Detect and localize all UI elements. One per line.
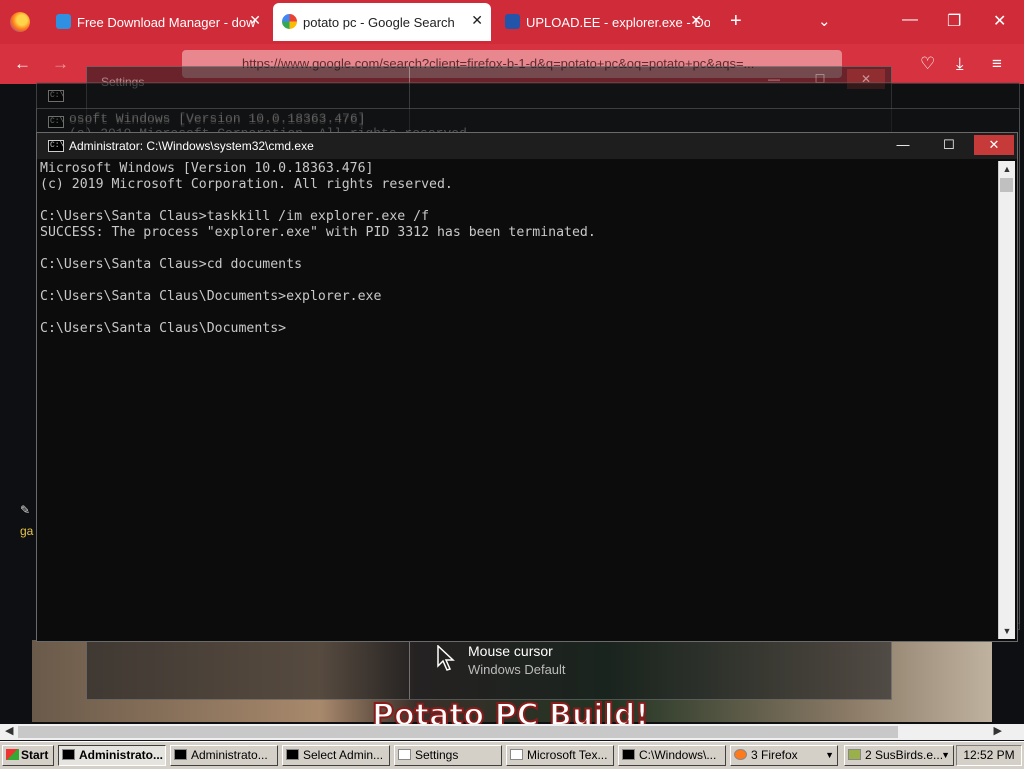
app-icon xyxy=(848,749,861,760)
taskbar-button[interactable]: Administrato... xyxy=(58,745,166,766)
cmd-window[interactable]: C:\ Administrator: C:\Windows\system32\c… xyxy=(36,132,1018,642)
cmd-line xyxy=(40,241,995,257)
group-dropdown-icon: ▼ xyxy=(941,750,950,760)
tab-list-chevron-icon[interactable]: ⌄ xyxy=(818,12,831,30)
cmd-vertical-scrollbar[interactable]: ▲ ▼ xyxy=(998,161,1015,639)
taskbar-button-label: Microsoft Tex... xyxy=(527,748,608,762)
taskbar-button[interactable]: 3 Firefox ▼ xyxy=(730,745,838,766)
cmd-icon xyxy=(62,749,75,760)
mouse-cursor-setting-value: Windows Default xyxy=(468,662,566,677)
scroll-down-arrow-icon[interactable]: ▼ xyxy=(999,623,1015,639)
taskbar-button-label: C:\Windows\... xyxy=(639,748,717,762)
firefox-icon xyxy=(734,749,747,760)
tab-label: Free Download Manager - dow xyxy=(77,14,256,30)
cmd-line: (c) 2019 Microsoft Corporation. All righ… xyxy=(40,177,453,192)
upload-ee-favicon-icon xyxy=(505,14,520,29)
scroll-up-arrow-icon[interactable]: ▲ xyxy=(999,161,1015,177)
cmd-minimize-button[interactable]: — xyxy=(883,135,923,155)
scrollbar-thumb[interactable] xyxy=(1000,178,1013,192)
browser-minimize-button[interactable]: — xyxy=(902,11,918,29)
cmd-line: C:\Users\Santa Claus\Documents>explorer.… xyxy=(40,289,382,304)
tab-close-icon[interactable]: ✕ xyxy=(690,12,702,29)
windows-logo-icon xyxy=(6,749,19,760)
mouse-cursor-setting-title[interactable]: Mouse cursor xyxy=(468,643,553,659)
cmd-line: C:\Users\Santa Claus>cd documents xyxy=(40,257,303,272)
tab-label: UPLOAD.EE - explorer.exe - Dov xyxy=(526,14,710,30)
cmd-line: SUCCESS: The process "explorer.exe" with… xyxy=(40,225,596,240)
scroll-left-arrow-icon[interactable]: ◀ xyxy=(5,724,13,737)
system-clock[interactable]: 12:52 PM xyxy=(956,745,1022,766)
menu-icon[interactable]: ≡ xyxy=(992,54,1002,74)
cmd-line: Microsoft Windows [Version 10.0.18363.47… xyxy=(40,161,374,176)
side-app-label: ga xyxy=(20,524,34,538)
cmd-line xyxy=(40,193,995,209)
taskbar-button-label: 3 Firefox xyxy=(751,748,798,762)
taskbar-button[interactable]: Settings xyxy=(394,745,502,766)
browser-restore-button[interactable]: ❐ xyxy=(947,11,961,31)
taskbar-button[interactable]: C:\Windows\... xyxy=(618,745,726,766)
downloads-icon[interactable]: ⤓ xyxy=(956,54,964,74)
taskbar-button-label: 2 SusBirds.e... xyxy=(865,748,944,762)
cmd-icon xyxy=(286,749,299,760)
group-dropdown-icon: ▼ xyxy=(825,750,834,760)
taskbar-button-label: Administrato... xyxy=(191,748,268,762)
cmd-icon xyxy=(174,749,187,760)
cmd-title: Administrator: C:\Windows\system32\cmd.e… xyxy=(69,139,314,153)
cmd-line xyxy=(40,305,995,321)
scroll-right-arrow-icon[interactable]: ▶ xyxy=(994,724,1002,737)
tab-upload-ee[interactable]: UPLOAD.EE - explorer.exe - Dov ✕ xyxy=(496,3,710,41)
cmd-close-button[interactable]: ✕ xyxy=(974,135,1014,155)
cmd-output[interactable]: Microsoft Windows [Version 10.0.18363.47… xyxy=(40,161,995,631)
cmd-maximize-button[interactable]: ☐ xyxy=(929,135,969,155)
cmd-icon: C:\ xyxy=(48,116,65,128)
google-favicon-icon xyxy=(282,14,297,29)
back-arrow-icon[interactable]: ← xyxy=(14,54,31,74)
tab-potato-pc-search[interactable]: potato pc - Google Search ✕ xyxy=(273,3,491,41)
tab-close-icon[interactable]: ✕ xyxy=(471,12,483,29)
tab-close-icon[interactable]: ✕ xyxy=(249,12,261,29)
taskbar-button-label: Select Admin... xyxy=(303,748,384,762)
settings-gear-icon xyxy=(398,749,411,760)
cmd-line xyxy=(40,273,995,289)
taskbar-button[interactable]: 2 SusBirds.e... ▼ xyxy=(844,745,954,766)
forward-arrow-icon[interactable]: → xyxy=(52,54,69,74)
side-app-icon[interactable]: ✎ xyxy=(20,503,30,517)
tab-free-download-manager[interactable]: Free Download Manager - dow ✕ xyxy=(47,3,269,41)
taskbar-button[interactable]: Administrato... xyxy=(170,745,278,766)
tab-label: potato pc - Google Search xyxy=(303,14,455,30)
taskbar-button[interactable]: Microsoft Tex... xyxy=(506,745,614,766)
cmd-title-bar[interactable]: C:\ Administrator: C:\Windows\system32\c… xyxy=(37,133,1017,159)
mouse-pointer-icon xyxy=(437,645,455,671)
start-label: Start xyxy=(21,748,49,762)
taskbar-button-label: Settings xyxy=(415,748,459,762)
firefox-logo-icon[interactable] xyxy=(10,12,30,32)
cmd-icon: C:\ xyxy=(48,90,65,102)
scrollbar-thumb[interactable] xyxy=(18,726,898,738)
cmd-icon: C:\ xyxy=(48,140,65,152)
cmd-line: C:\Users\Santa Claus>taskkill /im explor… xyxy=(40,209,430,224)
taskbar-button-label: Administrato... xyxy=(79,748,164,762)
cmd-icon xyxy=(622,749,635,760)
text-editor-icon xyxy=(510,749,523,760)
fdm-favicon-icon xyxy=(56,14,71,29)
browser-close-button[interactable]: ✕ xyxy=(993,11,1006,31)
cmd-line: C:\Users\Santa Claus\Documents> xyxy=(40,321,287,336)
new-tab-button[interactable]: + xyxy=(730,10,742,33)
pocket-icon[interactable]: ♡ xyxy=(920,54,935,74)
start-button[interactable]: Start xyxy=(2,745,54,766)
taskbar: Start Administrato... Administrato... Sele… xyxy=(0,741,1024,769)
page-horizontal-scrollbar[interactable]: ◀ ▶ xyxy=(0,724,1024,740)
browser-tab-strip: Free Download Manager - dow ✕ potato pc … xyxy=(0,0,1024,44)
taskbar-button[interactable]: Select Admin... xyxy=(282,745,390,766)
